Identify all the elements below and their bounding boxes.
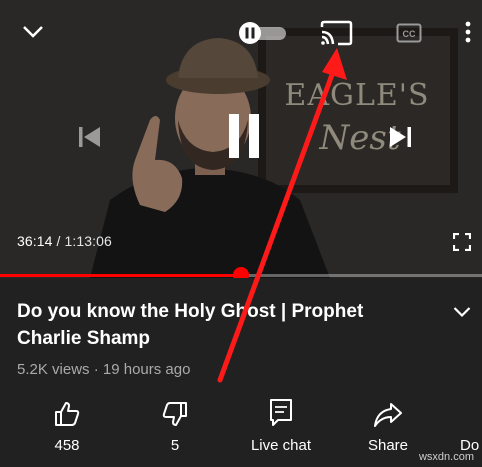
dislike-count: 5 [170, 437, 180, 454]
skip-previous-icon [79, 127, 100, 147]
closed-captions-icon: CC [396, 23, 422, 43]
time-separator: / [52, 233, 65, 249]
more-vert-icon [465, 21, 471, 43]
svg-text:CC: CC [403, 29, 416, 39]
chat-icon [270, 399, 292, 426]
previous-button[interactable] [72, 120, 106, 154]
autoplay-toggle[interactable] [236, 22, 288, 44]
chevron-down-icon [23, 26, 43, 38]
progress-scrubber[interactable] [233, 267, 249, 278]
skip-next-icon [390, 127, 411, 147]
duration: 1:13:06 [64, 233, 112, 249]
like-button[interactable]: 458 [22, 392, 112, 467]
cast-button[interactable] [318, 18, 354, 48]
cast-icon [320, 20, 353, 46]
live-chat-label: Live chat [250, 437, 312, 454]
thumb-down-icon [162, 402, 187, 426]
share-icon [374, 403, 402, 427]
video-meta: 5.2K views · 19 hours ago [17, 361, 190, 378]
captions-button[interactable]: CC [394, 20, 424, 46]
autoplay-toggle-icon [239, 22, 286, 44]
thumb-up-icon [55, 402, 80, 426]
progress-bar[interactable] [0, 267, 482, 278]
like-count: 458 [54, 437, 80, 454]
live-chat-button[interactable]: Live chat [236, 392, 326, 467]
next-button[interactable] [384, 120, 418, 154]
progress-played [0, 274, 241, 277]
action-bar: 458 5 Live chat Share Do [0, 392, 482, 467]
current-time: 36:14 [17, 233, 53, 249]
fullscreen-icon [453, 233, 471, 251]
video-title[interactable]: Do you know the Holy Ghost | Prophet Cha… [17, 298, 417, 352]
share-label: Share [367, 437, 409, 454]
watermark: wsxdn.com [418, 451, 474, 463]
dislike-button[interactable]: 5 [130, 392, 220, 467]
video-player[interactable]: EAGLE'S Nest CC 36:14 / 1:13:06 [0, 0, 482, 278]
minimize-button[interactable] [18, 18, 48, 46]
meta-separator: · [89, 361, 103, 378]
expand-description-button[interactable] [450, 300, 474, 324]
pause-button[interactable] [218, 108, 270, 164]
view-count: 5.2K views [17, 361, 90, 378]
fullscreen-button[interactable] [450, 230, 474, 254]
pause-icon [229, 114, 259, 158]
more-options-button[interactable] [460, 18, 476, 46]
chevron-down-icon [453, 307, 471, 318]
time-display: 36:14 / 1:13:06 [17, 233, 112, 249]
upload-age: 19 hours ago [102, 361, 191, 378]
